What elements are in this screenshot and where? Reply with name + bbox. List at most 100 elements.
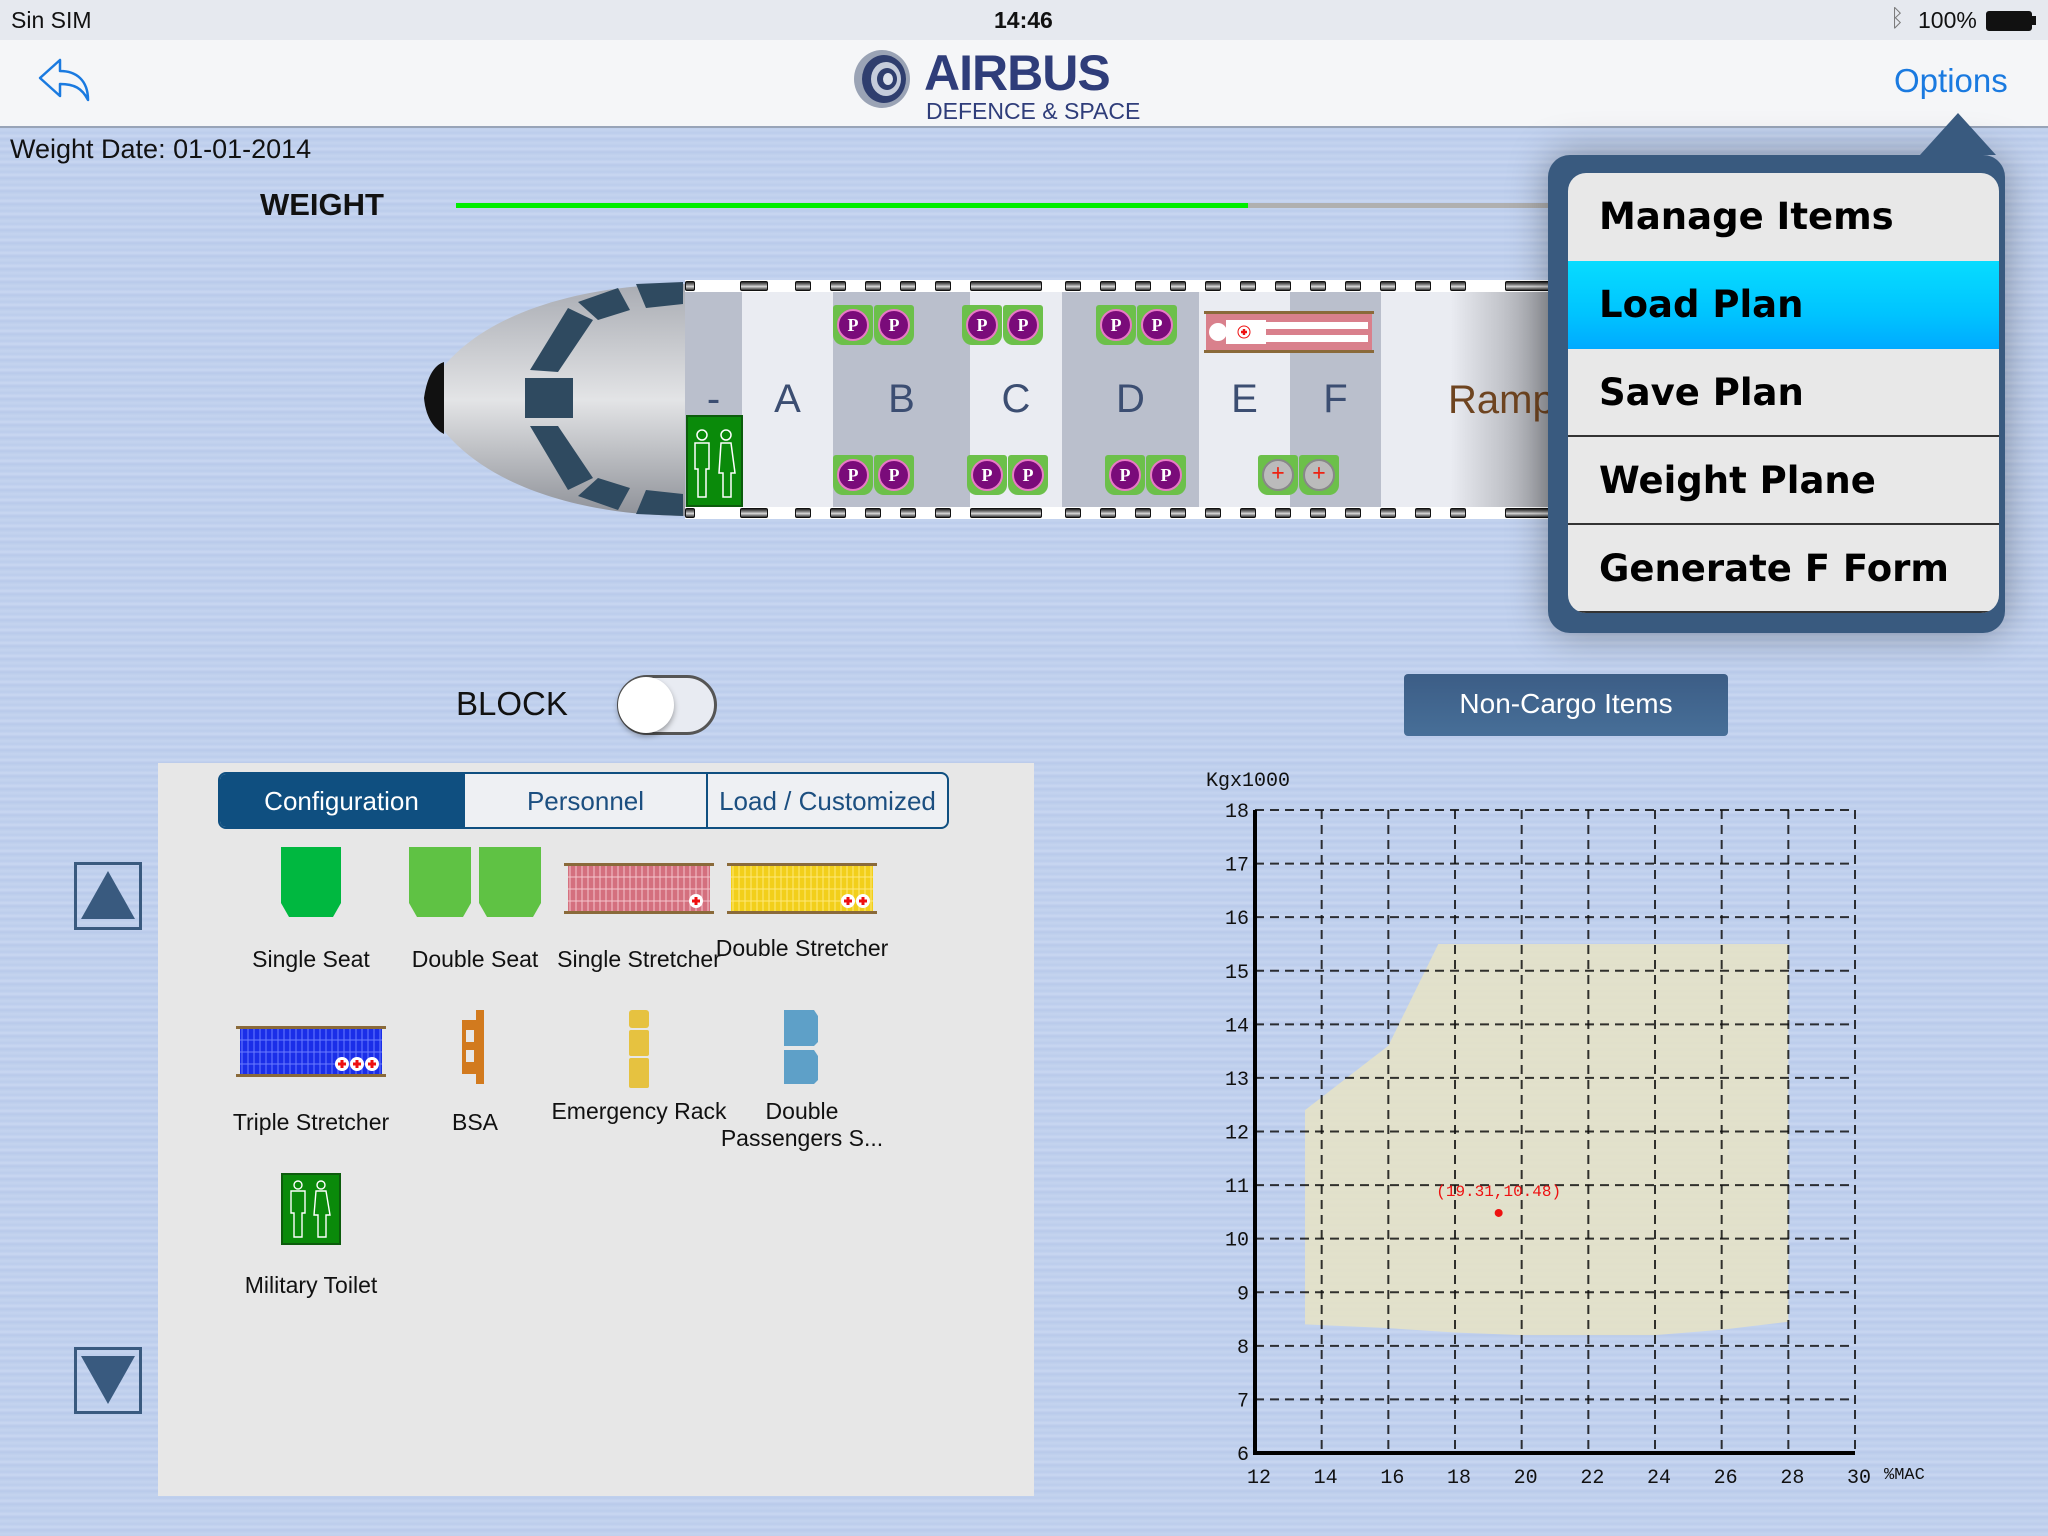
scroll-down-button[interactable]	[74, 1347, 142, 1414]
fuselage-window	[1065, 508, 1081, 518]
fuselage-window	[830, 508, 846, 518]
fuselage-window	[795, 281, 811, 291]
y-tick-label: 17	[1225, 855, 1249, 878]
fuselage-window	[900, 508, 916, 518]
palette-item-double-passengers-s[interactable]: Double Passengers S...	[692, 1006, 912, 1166]
passenger-p-icon: P	[1109, 459, 1141, 491]
fuselage-bottom-rail	[685, 507, 1625, 519]
placed-passenger-seat[interactable]: P	[967, 455, 1007, 495]
aircraft-nose	[424, 282, 690, 516]
placed-passenger-seat[interactable]: P	[874, 455, 914, 495]
placed-medic-seat[interactable]: +	[1258, 455, 1298, 495]
passenger-p-icon: P	[878, 459, 910, 491]
placed-military-toilet[interactable]	[686, 415, 743, 507]
x-tick-label: 14	[1314, 1467, 1338, 1490]
placed-passenger-seat[interactable]: P	[833, 305, 873, 345]
passenger-p-icon: P	[1150, 459, 1182, 491]
passenger-p-icon: P	[837, 309, 869, 341]
triangle-up-icon	[81, 871, 135, 919]
y-tick-label: 9	[1237, 1283, 1249, 1306]
palette-tabs: Configuration Personnel Load / Customized	[218, 772, 949, 829]
x-tick-label: 22	[1580, 1467, 1604, 1490]
popover-arrow	[1920, 113, 1996, 155]
block-toggle[interactable]	[617, 675, 717, 735]
menu-item-weight-plane[interactable]: Weight Plane	[1568, 437, 1999, 525]
tab-configuration[interactable]: Configuration	[220, 774, 463, 827]
scroll-up-button[interactable]	[74, 862, 142, 930]
x-tick-label: 30	[1847, 1467, 1871, 1490]
fuselage-window	[1275, 508, 1291, 518]
non-cargo-items-button[interactable]: Non-Cargo Items	[1404, 674, 1728, 736]
fuselage-window	[935, 508, 951, 518]
y-tick-label: 12	[1225, 1123, 1249, 1146]
fuselage-window	[1450, 508, 1466, 518]
menu-item-manage-items[interactable]: Manage Items	[1568, 173, 1999, 261]
y-tick-label: 15	[1225, 962, 1249, 985]
placed-passenger-seat[interactable]: P	[833, 455, 873, 495]
fuselage-window	[865, 508, 881, 518]
cabin-section-a[interactable]: A	[742, 292, 833, 507]
y-tick-label: 6	[1237, 1444, 1249, 1467]
fuselage-window	[935, 281, 951, 291]
fuselage-window	[1135, 508, 1151, 518]
section-label: D	[1116, 377, 1145, 421]
y-tick-label: 8	[1237, 1337, 1249, 1360]
fuselage-top-rail	[685, 280, 1625, 292]
menu-item-generate-f-form[interactable]: Generate F Form	[1568, 525, 1999, 613]
options-menu: Manage Items Load Plan Save Plan Weight Pla…	[1568, 173, 1999, 613]
fuselage-window	[1205, 281, 1221, 291]
placed-passenger-seat[interactable]: P	[1003, 305, 1043, 345]
x-tick-label: 18	[1447, 1467, 1471, 1490]
y-tick-label: 18	[1225, 801, 1249, 824]
passenger-p-icon: P	[971, 459, 1003, 491]
fuselage-window	[685, 508, 695, 518]
placed-passenger-seat[interactable]: P	[1146, 455, 1186, 495]
fuselage-window	[1205, 508, 1221, 518]
toilet-figures-icon	[694, 429, 736, 498]
placed-single-stretcher[interactable]	[1204, 309, 1374, 355]
fuselage-window	[1135, 281, 1151, 291]
fuselage-window	[1240, 508, 1256, 518]
placed-passenger-seat[interactable]: P	[1105, 455, 1145, 495]
tab-personnel[interactable]: Personnel	[463, 774, 706, 827]
placed-passenger-seat[interactable]: P	[874, 305, 914, 345]
menu-item-load-plan[interactable]: Load Plan	[1568, 261, 1999, 349]
placed-passenger-seat[interactable]: P	[962, 305, 1002, 345]
passenger-p-icon: P	[878, 309, 910, 341]
fuselage-window	[970, 508, 1042, 518]
placed-passenger-seat[interactable]: P	[1008, 455, 1048, 495]
fuselage-window	[865, 281, 881, 291]
cg-envelope-area	[1305, 943, 1789, 1336]
triangle-down-icon	[81, 1356, 135, 1404]
passenger-p-icon: P	[837, 459, 869, 491]
placed-passenger-seat[interactable]: P	[1096, 305, 1136, 345]
section-label: C	[1001, 377, 1031, 421]
cg-data-point	[1494, 1208, 1503, 1217]
x-tick-label: 16	[1380, 1467, 1404, 1490]
palette-item-military-toilet[interactable]: Military Toilet	[201, 1169, 421, 1329]
fuselage-window	[740, 508, 768, 518]
fuselage-window	[795, 508, 811, 518]
fuselage-window	[1310, 508, 1326, 518]
fuselage-window	[1100, 281, 1116, 291]
medical-cross-icon: +	[1303, 459, 1335, 491]
fuselage-window	[1345, 508, 1361, 518]
section-label: B	[888, 377, 915, 421]
passenger-p-icon: P	[1007, 309, 1039, 341]
tab-load-customized[interactable]: Load / Customized	[706, 774, 947, 827]
palette-item-label: Military Toilet	[244, 1272, 378, 1298]
options-button[interactable]: Options	[1894, 62, 2008, 100]
options-popover: Manage Items Load Plan Save Plan Weight Pla…	[1548, 113, 2005, 633]
menu-item-save-plan[interactable]: Save Plan	[1568, 349, 1999, 437]
fuselage-window	[1415, 281, 1431, 291]
palette-item-double-stretcher[interactable]: Double Stretcher	[692, 843, 912, 1003]
block-label: BLOCK	[456, 685, 568, 722]
placed-medic-seat[interactable]: +	[1299, 455, 1339, 495]
x-tick-label: 12	[1247, 1467, 1271, 1490]
item-palette: Configuration Personnel Load / Customized …	[158, 763, 1034, 1496]
passenger-p-icon: P	[966, 309, 998, 341]
fuselage-window	[1380, 281, 1396, 291]
fuselage-window	[1100, 508, 1116, 518]
placed-passenger-seat[interactable]: P	[1137, 305, 1177, 345]
passenger-p-icon: P	[1100, 309, 1132, 341]
